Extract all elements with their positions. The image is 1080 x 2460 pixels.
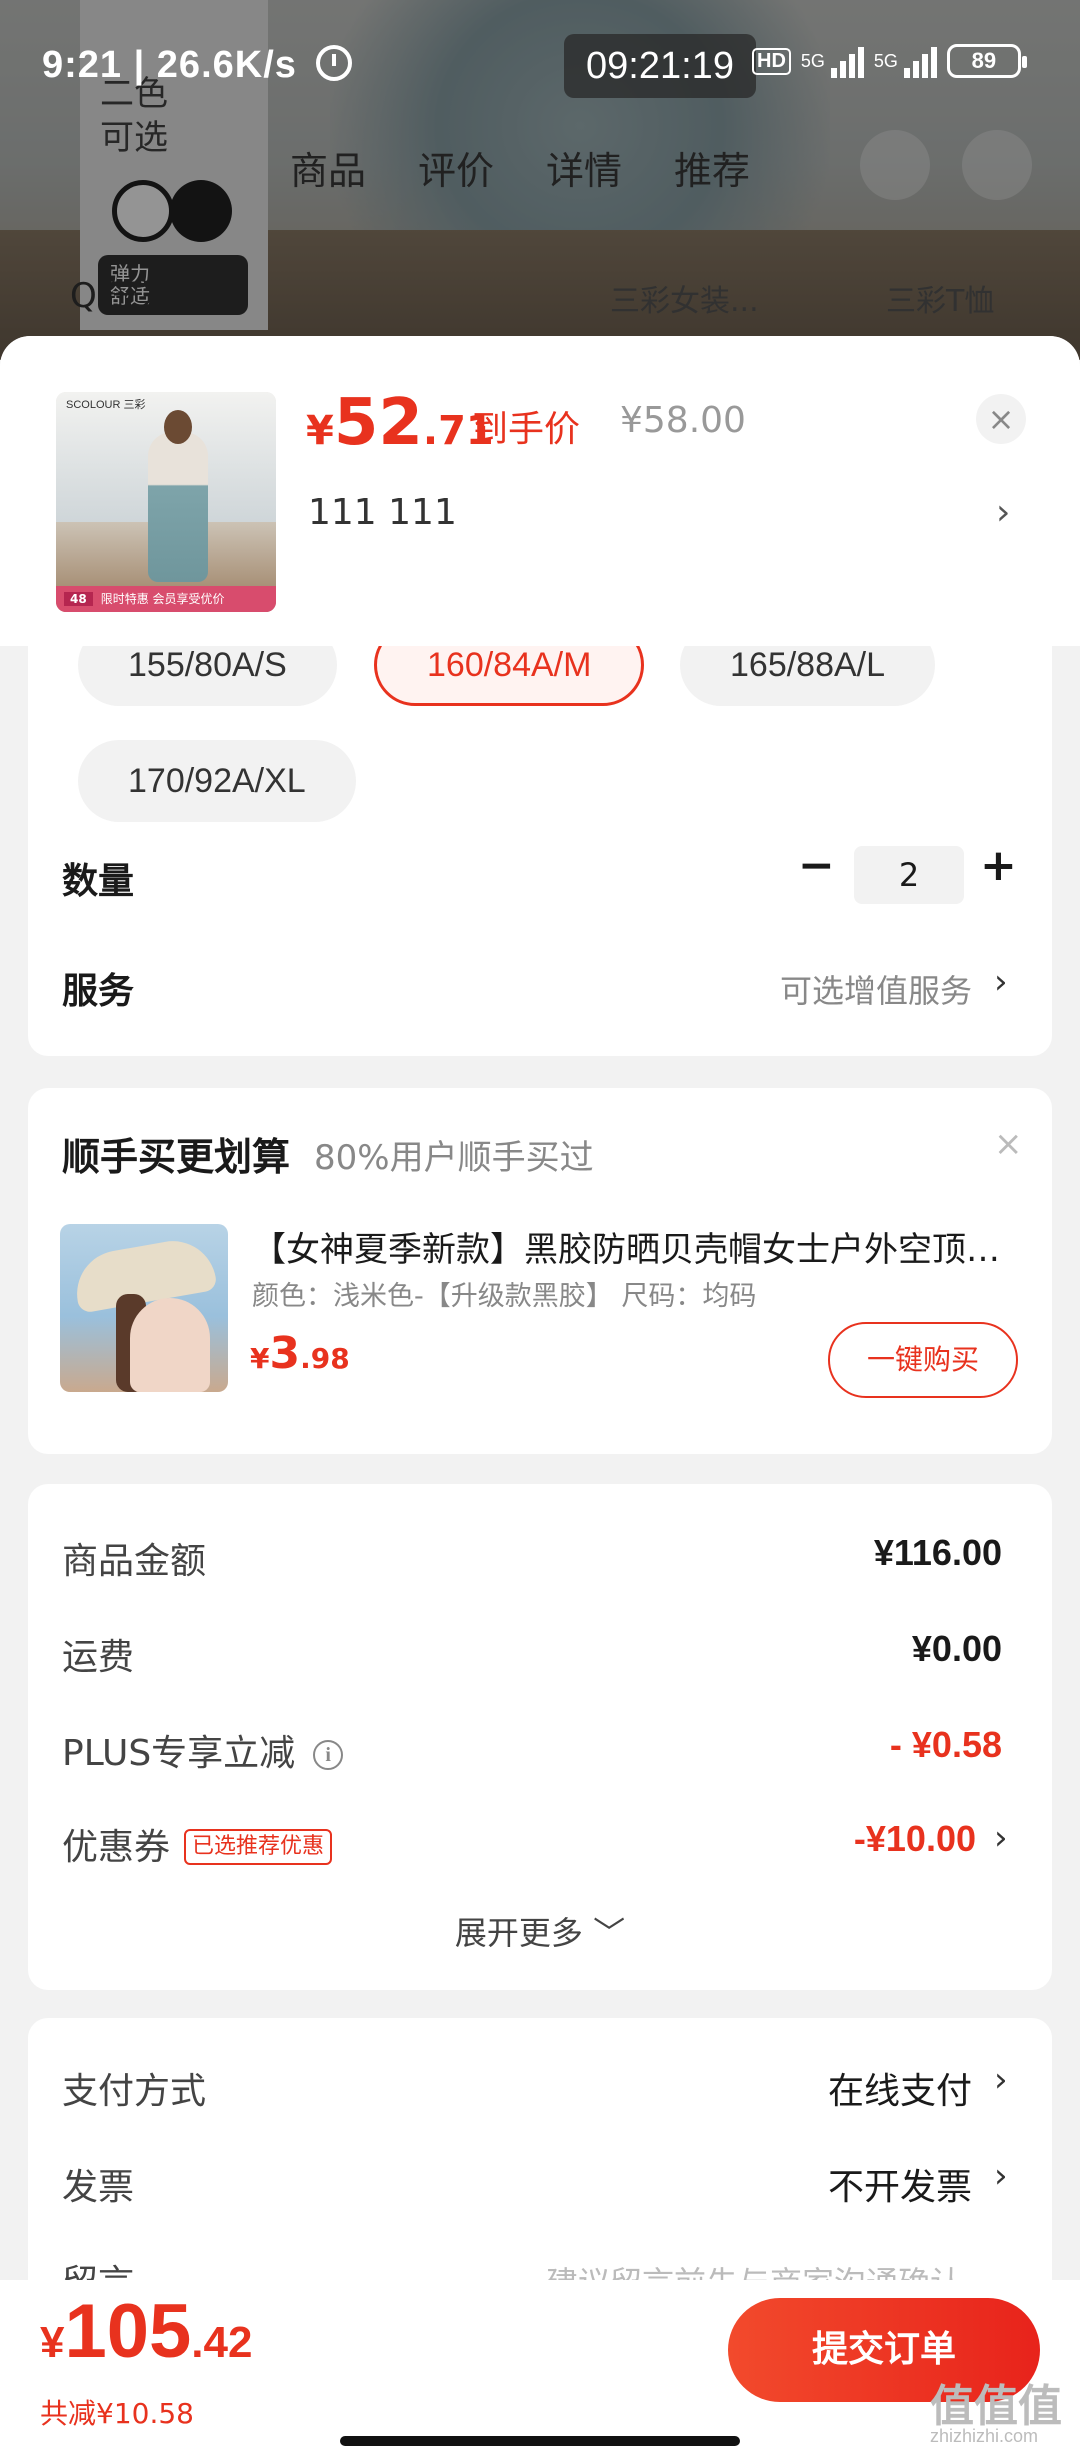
network-label-1: 5G (800, 51, 825, 71)
final-price-tag: 到手价 (472, 409, 581, 450)
original-price: ¥58.00 (620, 400, 746, 441)
quantity-field[interactable]: 2 (854, 846, 964, 904)
home-indicator[interactable] (340, 2436, 740, 2446)
payment-method-label: 支付方式 (62, 2071, 207, 2112)
bundle-title: 顺手买更划算 (62, 1135, 291, 1179)
chevron-right-icon[interactable]: › (996, 492, 1010, 533)
plus-discount-value: - ¥0.58 (889, 1724, 1002, 1765)
service-hint[interactable]: 可选增值服务 (780, 966, 972, 1012)
product-thumbnail-brand: SCOLOUR 三彩 (66, 399, 146, 411)
alarm-icon (316, 45, 353, 81)
plus-discount-text: PLUS专享立减 (62, 1733, 296, 1774)
shipping-label: 运费 (62, 1637, 135, 1678)
payment-method-value[interactable]: 在线支付 (828, 2062, 972, 2114)
battery-icon: 89 (946, 44, 1027, 78)
hd-icon: HD (752, 47, 791, 75)
plus-icon[interactable]: + (980, 840, 1017, 891)
service-label: 服务 (62, 971, 135, 1012)
coupon-label[interactable]: 优惠券 已选推荐优惠 (62, 1818, 333, 1870)
product-thumbnail-model (148, 432, 208, 582)
sheet-header: SCOLOUR 三彩 48 限时特惠 会员享受优价 ¥52.71 到手价 ¥58.… (0, 336, 1080, 646)
bundle-item-spec: 颜色：浅米色-【升级款黑胶】 尺码：均码 (252, 1281, 757, 1312)
watermark-logo: 值值值 (930, 2381, 1062, 2432)
plus-discount-label: PLUS专享立减 i (62, 1724, 344, 1776)
status-time-speed: 9:21 | 26.6K/s (42, 44, 297, 86)
one-click-buy-button[interactable]: 一键购买 (828, 1322, 1018, 1398)
checkout-bar: ¥105.42 共减¥10.58 提交订单 (0, 2280, 1080, 2460)
coupon-value[interactable]: -¥10.00 (854, 1818, 976, 1860)
minus-icon[interactable]: − (798, 840, 835, 891)
info-icon[interactable]: i (313, 1740, 344, 1770)
status-clock: 09:21:19 (564, 34, 756, 98)
signal-icon-1 (830, 44, 864, 78)
product-thumbnail-head (164, 410, 192, 444)
bundle-card: 顺手买更划算 80%用户顺手买过 × 【女神夏季新款】黑胶防晒贝壳帽女士户外空顶… (28, 1088, 1052, 1454)
product-thumbnail[interactable]: SCOLOUR 三彩 48 限时特惠 会员享受优价 (56, 392, 276, 612)
hat-product-image[interactable] (60, 1224, 228, 1392)
order-sheet: SCOLOUR 三彩 48 限时特惠 会员享受优价 ¥52.71 到手价 ¥58.… (0, 336, 1080, 2460)
total-currency: ¥ (40, 2318, 65, 2367)
service-chevron-icon[interactable]: › (994, 962, 1008, 1002)
bundle-price-integer: 3 (269, 1328, 301, 1379)
product-thumbnail-strip-text: 限时特惠 会员享受优价 (100, 592, 225, 606)
goods-amount-value: ¥116.00 (873, 1532, 1002, 1573)
quantity-label: 数量 (62, 861, 135, 902)
total-price: ¥105.42 (40, 2288, 252, 2375)
status-right: HD 5G 5G 89 (752, 44, 1027, 78)
status-bar: 9:21 | 26.6K/s 09:21:19 HD 5G 5G 89 (0, 0, 1080, 135)
coupon-chevron-icon[interactable]: › (994, 1818, 1008, 1858)
coupon-text: 优惠券 (62, 1827, 171, 1868)
invoice-value[interactable]: 不开发票 (828, 2158, 972, 2210)
product-thumbnail-strip: 48 限时特惠 会员享受优价 (56, 586, 276, 612)
product-thumbnail-number: 48 (64, 592, 93, 606)
spec-card: 155/80A/S 160/84A/M 165/88A/L 170/92A/XL… (28, 596, 1052, 1056)
invoice-label: 发票 (62, 2167, 135, 2208)
goods-amount-label: 商品金额 (62, 1541, 207, 1582)
signal-icon-2 (903, 44, 937, 78)
close-icon[interactable]: × (976, 394, 1026, 444)
expand-more-button[interactable]: 展开更多 ﹀ (28, 1908, 1052, 1954)
bundle-subtitle: 80%用户顺手买过 (314, 1138, 594, 1178)
total-integer: 105 (64, 2289, 192, 2374)
invoice-chevron-icon[interactable]: › (994, 2156, 1008, 2196)
final-price-integer: 52 (333, 386, 423, 460)
hat-model-face (130, 1298, 210, 1392)
coupon-tag: 已选推荐优惠 (184, 1829, 333, 1865)
bundle-item-title[interactable]: 【女神夏季新款】黑胶防晒贝壳帽女士户外空顶遮阳帽 (252, 1222, 1032, 1271)
payment-chevron-icon[interactable]: › (994, 2060, 1008, 2100)
network-label-2: 5G (873, 51, 898, 71)
selected-spec-text[interactable]: 111 111 (308, 492, 457, 533)
status-left: 9:21 | 26.6K/s (42, 44, 353, 87)
total-decimal: .42 (191, 2318, 253, 2367)
shipping-value: ¥0.00 (911, 1628, 1002, 1669)
bundle-item-price: ¥3.98 (250, 1328, 350, 1379)
final-price: ¥52.71 (306, 386, 494, 460)
watermark-url: zhizhizhi.com (930, 2426, 1039, 2446)
size-option-xl[interactable]: 170/92A/XL (78, 740, 356, 822)
amount-card: 商品金额 ¥116.00 运费 ¥0.00 PLUS专享立减 i - ¥0.58 … (28, 1484, 1052, 1990)
final-price-currency: ¥ (306, 408, 334, 454)
bundle-price-currency: ¥ (250, 1342, 270, 1375)
bundle-close-icon[interactable]: × (994, 1124, 1023, 1164)
total-saved: 共减¥10.58 (40, 2397, 194, 2430)
bundle-price-decimal: .98 (300, 1342, 350, 1375)
